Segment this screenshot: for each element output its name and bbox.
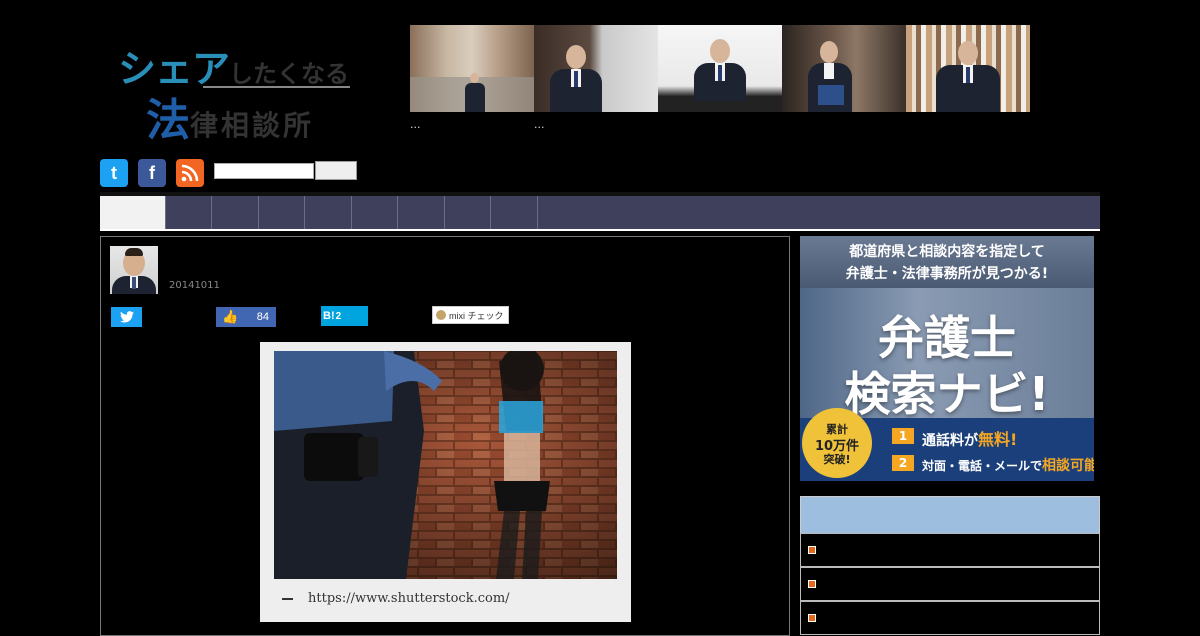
nav-item-6[interactable] <box>352 196 398 231</box>
header-photo-bookshelf[interactable] <box>906 25 1030 112</box>
nav-item-9[interactable] <box>491 196 538 231</box>
lawyer-search-navi-banner[interactable]: 都道府県と相談内容を指定して 弁護士・法律事務所が見つかる! 弁護士 検索ナビ!… <box>800 236 1094 481</box>
header-photo-office[interactable] <box>534 25 658 112</box>
facebook-glyph: f <box>149 162 155 183</box>
badge-line-3: 突破! <box>823 453 851 466</box>
nav-item-4[interactable] <box>259 196 305 231</box>
nav-item-home[interactable] <box>100 196 166 231</box>
header-photo-caption-2[interactable]: ... <box>534 118 545 131</box>
nav-item-8[interactable] <box>445 196 491 231</box>
header-photo-caption-1[interactable]: ... <box>410 118 421 131</box>
post-date: 20141011 <box>169 280 220 291</box>
point2-text: 対面・電話・メールで相談可能! <box>922 455 1094 475</box>
logo-soudanjo-text: 律相談所 <box>190 109 315 142</box>
hatena-count: 2 <box>335 310 342 322</box>
nav-item-5[interactable] <box>305 196 352 231</box>
banner-header: 都道府県と相談内容を指定して 弁護士・法律事務所が見つかる! <box>800 236 1094 288</box>
banner-points: 累計 10万件 突破! 1 通話料が無料! 2 対面・電話・メールで相談可能! <box>800 408 1094 481</box>
search-button[interactable] <box>315 161 357 180</box>
facebook-like-button[interactable]: 👍 84 <box>216 307 276 327</box>
point2-text-em: 相談可能! <box>1042 458 1094 474</box>
caption-dash <box>282 597 293 600</box>
point1-text-pre: 通話料が <box>922 433 978 449</box>
mixi-check-button[interactable]: mixi チェック <box>432 306 509 324</box>
facebook-icon[interactable]: f <box>138 159 166 187</box>
point1-text: 通話料が無料! <box>922 426 1017 450</box>
mixi-icon <box>436 310 446 320</box>
header-photo-street[interactable] <box>410 25 534 112</box>
nav-item-3[interactable] <box>212 196 259 231</box>
folder-shape <box>818 85 844 105</box>
article-image[interactable] <box>274 351 617 579</box>
twitter-bird-icon <box>119 311 134 323</box>
thumbs-up-icon: 👍 <box>222 309 239 324</box>
rss-glyph <box>181 164 199 182</box>
twitter-glyph: t <box>111 162 117 183</box>
article-photo-police-arrest <box>274 351 617 579</box>
point2-text-pre: 対面・電話・メールで <box>922 459 1043 473</box>
sidebar-list-item[interactable] <box>800 567 1100 601</box>
banner-headline-2: 弁護士・法律事務所が見つかる! <box>845 266 1049 282</box>
global-nav <box>100 192 1100 231</box>
header-photo-desk[interactable] <box>658 25 782 112</box>
hatena-bookmark-button[interactable]: B! 2 <box>321 306 368 326</box>
sidebar-list-item[interactable] <box>800 533 1100 567</box>
mixi-label: mixi チェック <box>449 310 504 321</box>
logo-hou-text: 法 <box>146 95 190 146</box>
like-count: 84 <box>256 311 269 323</box>
banner-headline-1: 都道府県と相談内容を指定して <box>849 244 1045 260</box>
sidebar-widget-header <box>800 496 1100 534</box>
arrow-bullet-icon <box>808 614 816 622</box>
point2-number: 2 <box>892 455 914 471</box>
arrow-bullet-icon <box>808 546 816 554</box>
header-photo-strip[interactable] <box>410 25 1031 112</box>
rss-icon[interactable] <box>176 159 204 187</box>
figure-caption: https://www.shutterstock.com/ <box>282 591 510 606</box>
point1-number: 1 <box>892 428 914 444</box>
author-avatar[interactable] <box>110 246 158 294</box>
nav-item-2[interactable] <box>166 196 212 231</box>
header-photo-building[interactable] <box>782 25 906 112</box>
hatena-label: B! <box>323 310 335 322</box>
search-input[interactable] <box>214 163 314 179</box>
twitter-icon[interactable]: t <box>100 159 128 187</box>
arrow-bullet-icon <box>808 580 816 588</box>
nav-underline <box>100 229 1100 231</box>
tweet-button[interactable] <box>111 307 142 327</box>
badge-10man-icon: 累計 10万件 突破! <box>802 408 872 478</box>
figure-caption-text[interactable]: https://www.shutterstock.com/ <box>308 591 510 606</box>
point1-text-em: 無料! <box>978 430 1018 449</box>
nav-item-7[interactable] <box>398 196 445 231</box>
banner-main: 弁護士 検索ナビ! <box>800 288 1094 421</box>
site-logo[interactable]: シェアしたくなる 法律相談所 <box>118 38 358 146</box>
